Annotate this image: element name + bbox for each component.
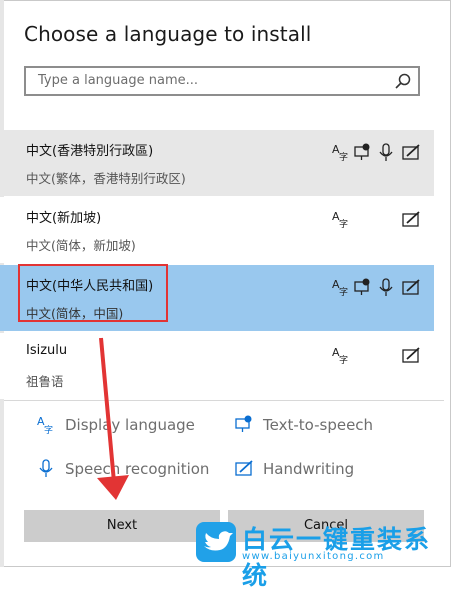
microphone-icon xyxy=(379,143,393,161)
display-language-icon: A 字 xyxy=(37,415,53,434)
list-item[interactable]: Isizulu 祖鲁语 A字 xyxy=(0,333,434,399)
language-native-name: 中文(简体，新加坡) xyxy=(26,238,136,253)
scrollbar[interactable] xyxy=(441,260,444,400)
dialog-title: Choose a language to install xyxy=(24,22,312,46)
handwriting-icon xyxy=(402,144,420,160)
handwriting-icon xyxy=(402,211,420,227)
display-language-icon: A字 xyxy=(332,346,348,365)
watermark: 白云一键重装系统 www.baiyunxitong.com xyxy=(196,522,448,590)
text-to-speech-icon xyxy=(235,415,252,432)
svg-text:字: 字 xyxy=(44,424,53,434)
handwriting-icon xyxy=(402,347,420,363)
feature-icons: A字 xyxy=(332,346,420,365)
language-name: 中文(香港特別行政區) xyxy=(26,144,154,159)
feature-icons: A字 xyxy=(332,278,420,297)
search-placeholder: Type a language name... xyxy=(38,73,199,88)
divider xyxy=(4,400,444,401)
svg-text:字: 字 xyxy=(339,286,348,297)
svg-text:字: 字 xyxy=(339,354,348,365)
feature-icons: A字 xyxy=(332,143,420,162)
svg-text:字: 字 xyxy=(339,151,348,162)
microphone-icon xyxy=(379,278,393,296)
legend-speech-recognition: Speech recognition xyxy=(65,460,210,478)
handwriting-icon xyxy=(235,460,253,476)
watermark-logo-icon xyxy=(196,522,236,562)
legend-display-language: Display language xyxy=(65,416,195,434)
display-language-icon: A字 xyxy=(332,278,348,297)
display-language-icon: A字 xyxy=(332,210,348,229)
search-icon[interactable] xyxy=(394,72,412,90)
list-item-selected[interactable]: 中文(中华人民共和国) 中文(简体，中国) A字 xyxy=(0,265,434,331)
language-name: 中文(新加坡) xyxy=(26,211,102,226)
language-native-name: 中文(繁体，香港特别行政区) xyxy=(26,171,186,186)
language-name: 中文(中华人民共和国) xyxy=(26,279,154,294)
language-native-name: 中文(简体，中国) xyxy=(26,306,124,321)
language-list: 中文(香港特別行政區) 中文(繁体，香港特别行政区) A字 中文(新加坡) 中文… xyxy=(0,130,444,400)
next-button[interactable]: Next xyxy=(24,510,220,542)
watermark-url: www.baiyunxitong.com xyxy=(242,551,385,562)
display-language-icon: A字 xyxy=(332,143,348,162)
feature-icons: A字 xyxy=(332,210,420,229)
list-item[interactable]: 中文(香港特別行政區) 中文(繁体，香港特别行政区) A字 xyxy=(0,130,434,196)
list-item[interactable]: 中文(新加坡) 中文(简体，新加坡) A字 xyxy=(0,197,434,263)
legend-text-to-speech: Text-to-speech xyxy=(263,416,374,434)
text-to-speech-icon xyxy=(354,143,370,160)
microphone-icon xyxy=(39,459,53,477)
language-native-name: 祖鲁语 xyxy=(26,374,64,389)
language-name: Isizulu xyxy=(26,343,68,358)
legend-handwriting: Handwriting xyxy=(263,460,355,478)
handwriting-icon xyxy=(402,279,420,295)
svg-text:字: 字 xyxy=(339,218,348,229)
search-input[interactable]: Type a language name... xyxy=(24,66,420,96)
text-to-speech-icon xyxy=(354,278,370,295)
